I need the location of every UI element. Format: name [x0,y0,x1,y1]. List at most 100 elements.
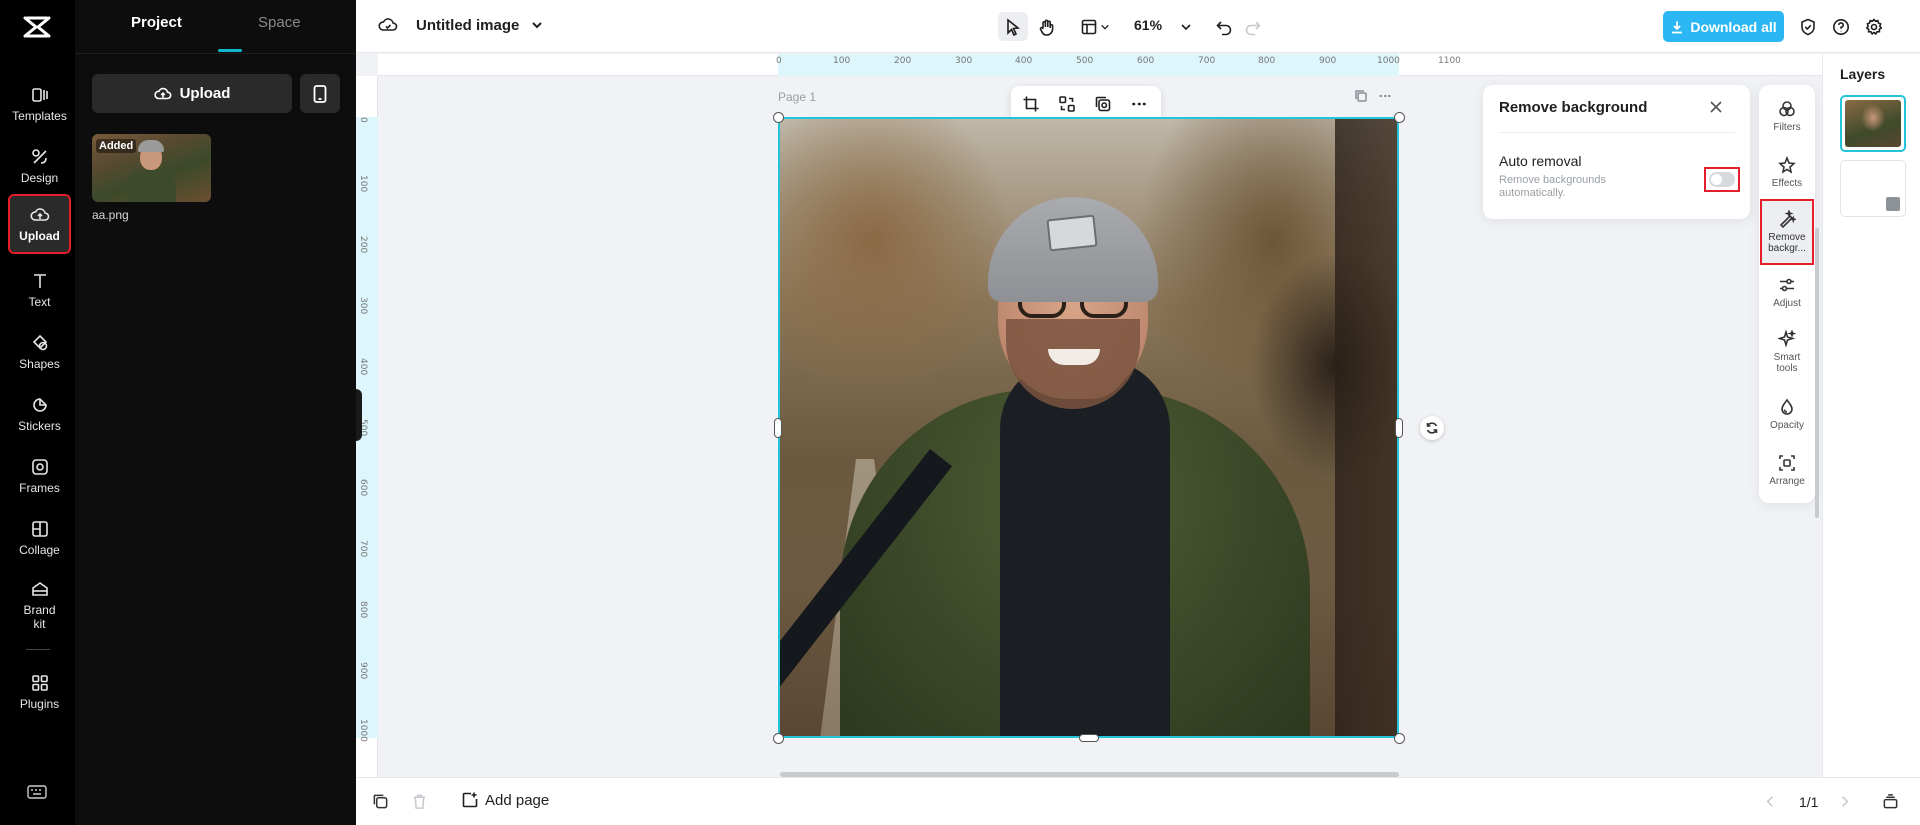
tool-effects[interactable]: Effects [1762,145,1812,199]
help-button[interactable] [1829,12,1853,41]
templates-icon [31,88,48,102]
tool-arrange-label: Arrange [1769,475,1805,487]
rail-templates[interactable]: Templates [10,76,69,132]
tool-smart-tools-label: Smart tools [1773,352,1801,374]
close-panel-button[interactable] [1709,100,1725,116]
page-counter: 1/1 [1799,794,1819,810]
rail-stickers[interactable]: Stickers [10,386,69,442]
tab-project[interactable]: Project [131,14,182,31]
copy-style-button[interactable] [1094,95,1114,115]
stickers-icon [32,398,47,412]
rail-shapes[interactable]: Shapes [10,324,69,380]
previous-page-button[interactable] [1762,793,1780,811]
tool-effects-label: Effects [1771,177,1803,189]
download-all-label: Download all [1690,18,1777,35]
rail-design-label: Design [20,171,59,185]
page-more-button[interactable] [1378,89,1394,105]
layer-image-item[interactable] [1840,95,1906,152]
tool-filters-label: Filters [1773,121,1801,133]
asset-added-badge: Added [96,139,137,153]
pages-overview-button[interactable] [372,793,390,811]
replace-image-button[interactable] [1058,95,1078,115]
upload-from-phone-button[interactable] [300,74,340,113]
tool-arrange[interactable]: Arrange [1762,443,1812,497]
delete-page-button[interactable] [411,793,429,811]
layer-background-item[interactable] [1840,160,1906,217]
download-all-button[interactable]: Download all [1663,11,1784,42]
photo-beanie [988,197,1158,302]
thumb-jacket [126,170,176,202]
rail-plugins[interactable]: Plugins [10,664,69,720]
next-page-button[interactable] [1836,793,1854,811]
vertical-scrollbar[interactable] [1815,228,1819,518]
redo-button[interactable] [1240,12,1266,41]
expand-pages-button[interactable] [1882,793,1900,811]
resize-handle-se[interactable] [1394,733,1405,744]
duplicate-page-button[interactable] [1354,89,1370,105]
editor-app: Templates Design Upload Text Shapes Stic… [0,0,1920,825]
background-layer-icon [1886,197,1900,211]
rail-collage[interactable]: Collage [10,510,69,566]
rail-upload-label: Upload [19,229,60,243]
rotate-handle[interactable] [1420,416,1444,440]
rail-text[interactable]: Text [10,262,69,318]
horizontal-ruler: 0 100 200 300 400 500 600 700 800 900 10… [378,54,1822,76]
resize-handle-ne[interactable] [1394,112,1405,123]
ruler-h-tick: 500 [1076,56,1094,66]
image-more-button[interactable] [1130,95,1150,115]
layout-dropdown[interactable] [1074,12,1116,41]
rail-plugins-label: Plugins [19,697,60,711]
shield-button[interactable] [1796,12,1820,41]
photo-beanie-label [1046,214,1098,252]
tool-adjust[interactable]: Adjust [1762,265,1812,319]
layers-copy-icon [1095,96,1111,112]
asset-thumbnail[interactable]: Added [92,134,211,202]
phone-icon [313,84,327,103]
text-icon [33,274,46,288]
keyboard-shortcuts-icon[interactable] [26,784,48,800]
resize-handle-w[interactable] [774,418,782,438]
zoom-level[interactable]: 61% [1134,17,1162,33]
rail-upload[interactable]: Upload [8,194,71,254]
tab-space[interactable]: Space [258,14,301,31]
panel-collapse-handle[interactable] [356,389,362,441]
auto-removal-toggle[interactable] [1709,172,1735,187]
ruler-v-tick: 800 [358,601,368,619]
undo-button[interactable] [1211,12,1237,41]
rail-frames-label: Frames [19,481,60,495]
canvas-image[interactable] [778,117,1399,738]
top-toolbar: Untitled image 61% Download all [356,0,1920,53]
add-page-label: Add page [485,791,550,809]
auto-removal-label: Auto removal [1499,153,1582,169]
select-tool-button[interactable] [998,12,1028,41]
bottom-bar: Add page 1/1 [356,777,1920,825]
document-title[interactable]: Untitled image [378,15,543,35]
resize-handle-s[interactable] [1079,734,1099,742]
add-page-button[interactable]: Add page [461,791,549,809]
resize-handle-nw[interactable] [773,112,784,123]
tool-opacity[interactable]: Opacity [1762,387,1812,441]
rail-divider [26,649,50,650]
tool-remove-background[interactable]: Remove backgr... [1760,199,1814,265]
zoom-dropdown[interactable] [1176,12,1196,41]
photo-smile [1048,349,1100,365]
rail-brand-kit[interactable]: Brand kit [10,572,69,638]
upload-button[interactable]: Upload [92,74,292,113]
panel-divider [1499,132,1735,133]
settings-button[interactable] [1862,12,1886,41]
resize-handle-sw[interactable] [773,733,784,744]
tool-smart-tools[interactable]: Smart tools [1762,321,1812,383]
crop-button[interactable] [1022,95,1042,115]
ruler-h-tick: 1100 [1438,56,1461,66]
ruler-h-tick: 400 [1015,56,1033,66]
ruler-v-tick: 300 [358,297,368,315]
rail-design[interactable]: Design [10,138,69,194]
ruler-v-tick: 600 [358,479,368,497]
layers-title: Layers [1840,66,1886,82]
rail-frames[interactable]: Frames [10,448,69,504]
auto-removal-toggle-highlight [1704,167,1740,192]
tool-filters[interactable]: Filters [1762,89,1812,143]
resize-handle-e[interactable] [1395,418,1403,438]
hand-tool-button[interactable] [1032,12,1062,41]
capcut-logo[interactable] [22,14,52,40]
